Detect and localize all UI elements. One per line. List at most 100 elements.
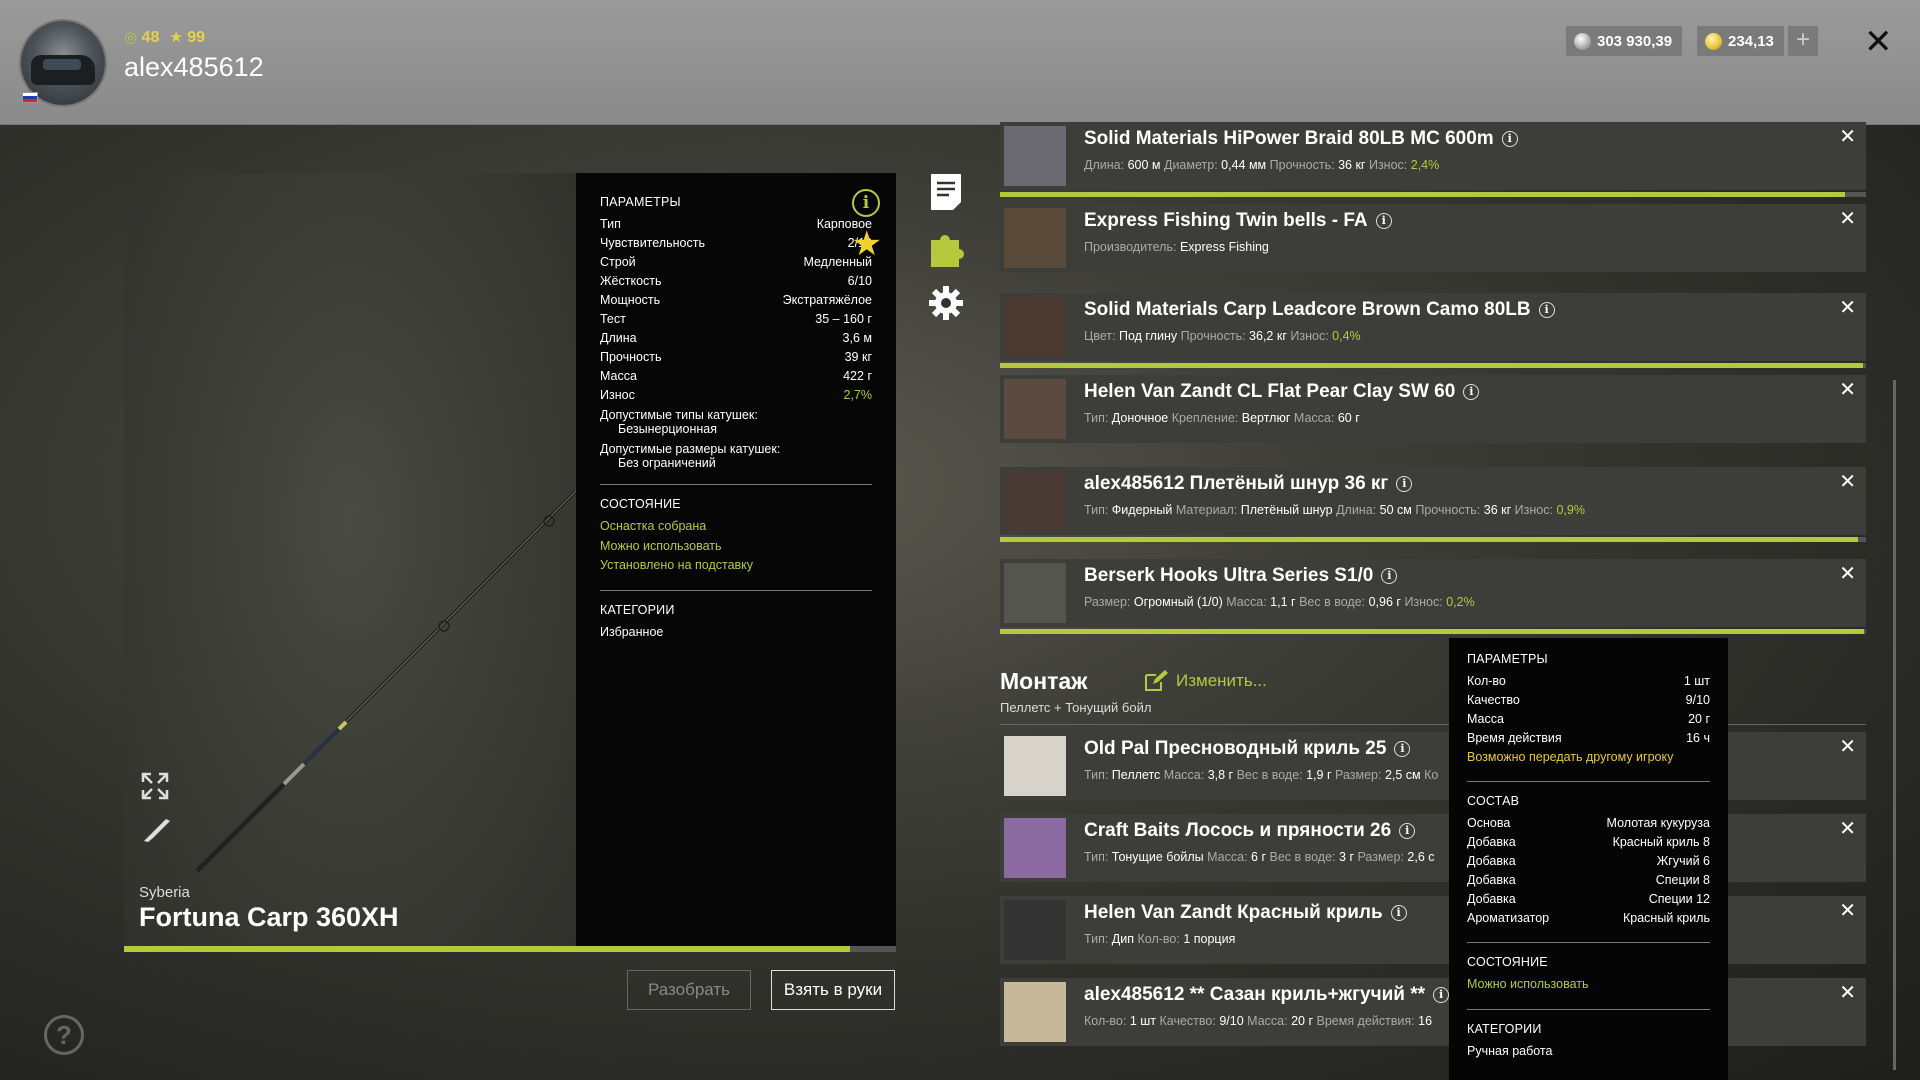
- remove-icon[interactable]: ✕: [1839, 816, 1856, 841]
- remove-icon[interactable]: ✕: [1839, 206, 1856, 231]
- item-description: Кол-во: 1 шт Качество: 9/10 Масса: 20 г …: [1084, 1014, 1432, 1028]
- item-wear-bar: [124, 946, 896, 952]
- item-name: alex485612 ** Сазан криль+жгучий ** i: [1084, 984, 1450, 1006]
- desc-key: Прочность:: [1269, 158, 1335, 172]
- remove-icon[interactable]: ✕: [1839, 898, 1856, 923]
- remove-icon[interactable]: ✕: [1839, 124, 1856, 149]
- info-icon[interactable]: i: [1396, 476, 1413, 492]
- wear-bar: [1000, 537, 1866, 542]
- item-preview[interactable]: Syberia Fortuna Carp 360XH: [124, 173, 576, 946]
- edit-montage-button[interactable]: Изменить...: [1144, 670, 1267, 692]
- list-item[interactable]: Helen Van Zandt Красный криль i Тип: Дип К…: [1000, 896, 1866, 964]
- row-value: 39 кг: [844, 350, 872, 364]
- item-thumbnail: [1004, 982, 1066, 1042]
- desc-key: Производитель:: [1084, 240, 1177, 254]
- param-row: Чувствительность 2/10: [600, 234, 872, 253]
- puzzle-icon[interactable]: [928, 228, 964, 268]
- level-icon: ◎: [124, 29, 138, 46]
- info-icon[interactable]: i: [1381, 568, 1398, 584]
- param-row: Тест 35 – 160 г: [600, 310, 872, 329]
- info-icon[interactable]: i: [1501, 131, 1518, 147]
- list-item[interactable]: alex485612 Плетёный шнур 36 кг i Тип: Фиде…: [1000, 467, 1866, 535]
- remove-icon[interactable]: ✕: [1839, 561, 1856, 586]
- gear-icon[interactable]: [928, 283, 964, 323]
- help-icon[interactable]: ?: [44, 1015, 84, 1055]
- info-icon[interactable]: i: [1463, 384, 1480, 400]
- item-thumbnail: [1004, 379, 1066, 439]
- desc-value: Доночное: [1111, 411, 1169, 425]
- notes-icon[interactable]: [928, 172, 964, 212]
- list-item[interactable]: Craft Baits Лосось и пряности 26 i Тип: То…: [1000, 814, 1866, 882]
- desc-value: 9/10: [1219, 1014, 1244, 1028]
- info-icon[interactable]: i: [1375, 213, 1392, 229]
- list-item[interactable]: Express Fishing Twin bells - FA i Производ…: [1000, 204, 1866, 272]
- info-icon[interactable]: i: [1433, 987, 1450, 1003]
- composition-row: Ароматизатор Красный криль: [1467, 909, 1710, 928]
- info-icon[interactable]: i: [1390, 905, 1407, 921]
- gold-coin-icon: [1705, 32, 1722, 50]
- info-icon[interactable]: i: [852, 189, 880, 217]
- desc-value: 36 кг: [1483, 503, 1512, 517]
- rank-value: 99: [187, 29, 206, 46]
- gold-balance: 234,13: [1697, 26, 1784, 56]
- parameters-title: ПАРАМЕТРЫ: [600, 195, 681, 209]
- remove-icon[interactable]: ✕: [1839, 377, 1856, 402]
- row-value: Красный криль 8: [1612, 835, 1710, 849]
- row-value: Специи 12: [1648, 892, 1710, 906]
- close-icon[interactable]: ✕: [1864, 22, 1893, 62]
- categories-title: КАТЕГОРИИ: [600, 602, 675, 617]
- row-label: Время действия: [1467, 731, 1562, 745]
- desc-key: Размер:: [1357, 850, 1404, 864]
- desc-key: Тип:: [1084, 932, 1109, 946]
- scrollbar[interactable]: [1893, 380, 1896, 1070]
- item-name: Helen Van Zandt CL Flat Pear Clay SW 60 i: [1084, 381, 1480, 403]
- remove-icon[interactable]: ✕: [1839, 469, 1856, 494]
- desc-value: 50 см: [1379, 503, 1412, 517]
- paint-brush-icon[interactable]: [140, 815, 170, 845]
- list-item[interactable]: alex485612 ** Сазан криль+жгучий ** i Кол-…: [1000, 978, 1866, 1046]
- remove-icon[interactable]: ✕: [1839, 734, 1856, 759]
- row-label: Длина: [600, 331, 637, 345]
- desc-value: 2,6 с: [1407, 850, 1435, 864]
- tooltip-category: Ручная работа: [1467, 1043, 1553, 1058]
- expand-icon[interactable]: [140, 771, 170, 801]
- tooltip-param-row: Время действия 16 ч: [1467, 729, 1710, 748]
- player-levels: ◎ 48 ★ 99: [124, 28, 205, 47]
- item-name-text: Berserk Hooks Ultra Series S1/0: [1084, 565, 1374, 586]
- row-value: Молотая кукуруза: [1606, 816, 1710, 830]
- desc-value: 36 кг: [1338, 158, 1366, 172]
- desc-value: 0,4%: [1332, 329, 1361, 343]
- item-name: alex485612 Плетёный шнур 36 кг i: [1084, 473, 1413, 495]
- list-item[interactable]: Solid Materials Carp Leadcore Brown Camo…: [1000, 293, 1866, 361]
- item-thumbnail: [1004, 208, 1066, 268]
- desc-key: Износ:: [1290, 329, 1329, 343]
- desc-key: Прочность:: [1415, 503, 1481, 517]
- item-description: Тип: Тонущие бойлы Масса: 6 г Вес в воде…: [1084, 850, 1435, 864]
- list-item[interactable]: Helen Van Zandt CL Flat Pear Clay SW 60 i…: [1000, 375, 1866, 443]
- info-icon[interactable]: i: [1394, 741, 1411, 757]
- desc-key: Ко: [1424, 768, 1439, 782]
- desc-key: Масса:: [1163, 768, 1205, 782]
- desc-value: Под глину: [1118, 329, 1178, 343]
- item-name-text: Old Pal Пресноводный криль 25: [1084, 738, 1387, 759]
- desc-value: 2,4%: [1410, 158, 1440, 172]
- take-in-hands-button[interactable]: Взять в руки: [771, 970, 895, 1010]
- desc-value: 6 г: [1251, 850, 1267, 864]
- list-item[interactable]: Berserk Hooks Ultra Series S1/0 i Размер: …: [1000, 559, 1866, 627]
- info-icon[interactable]: i: [1399, 823, 1416, 839]
- desc-value: 3 г: [1339, 850, 1354, 864]
- favorite-star-icon[interactable]: ★: [852, 227, 882, 261]
- desc-value: Тонущие бойлы: [1111, 850, 1204, 864]
- desc-key: Длина:: [1336, 503, 1377, 517]
- list-item[interactable]: Old Pal Пресноводный криль 25 i Тип: Пелле…: [1000, 732, 1866, 800]
- info-icon[interactable]: i: [1538, 302, 1555, 318]
- disassemble-button[interactable]: Разобрать: [627, 970, 751, 1010]
- item-name: Craft Baits Лосось и пряности 26 i: [1084, 820, 1416, 842]
- item-thumbnail: [1004, 126, 1066, 186]
- desc-key: Тип:: [1084, 768, 1109, 782]
- list-item[interactable]: Solid Materials HiPower Braid 80LB MC 60…: [1000, 122, 1866, 190]
- remove-icon[interactable]: ✕: [1839, 980, 1856, 1005]
- row-value: 35 – 160 г: [815, 312, 872, 326]
- add-currency-button[interactable]: +: [1788, 26, 1818, 56]
- remove-icon[interactable]: ✕: [1839, 295, 1856, 320]
